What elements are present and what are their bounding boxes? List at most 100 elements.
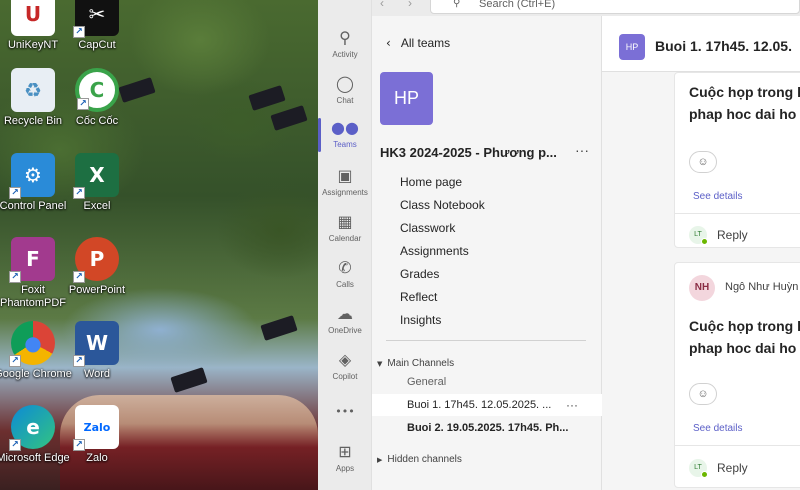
shortcut-arrow-icon: ↗ xyxy=(73,439,85,451)
word-icon: W ↗ xyxy=(73,321,119,367)
team-menu-grades[interactable]: Grades xyxy=(400,267,439,281)
divider xyxy=(675,445,800,446)
team-menu-classwork[interactable]: Classwork xyxy=(400,221,455,235)
bell-icon: ⚲ xyxy=(339,28,351,47)
shortcut-arrow-icon: ↗ xyxy=(9,187,21,199)
assignments-icon: ▣ xyxy=(337,166,353,185)
team-menu-insights[interactable]: Insights xyxy=(400,313,441,327)
channel-header: HP Buoi 1. 17h45. 12.05. xyxy=(602,16,800,72)
all-teams-link[interactable]: ‹ All teams xyxy=(386,36,450,50)
see-details-link[interactable]: See details xyxy=(693,191,742,202)
more-icon: ••• xyxy=(335,405,355,418)
desktop-icon-coccoc[interactable]: C ↗ Cốc Cốc xyxy=(58,68,136,128)
post-message-line: phap hoc dai ho xyxy=(689,340,797,356)
excel-icon: X ↗ xyxy=(73,153,119,199)
control-panel-icon: ⚙ ↗ xyxy=(9,153,55,199)
rail-label: Apps xyxy=(335,464,355,473)
forward-arrow-icon[interactable]: › xyxy=(408,0,412,10)
search-icon: ⚲ xyxy=(453,0,461,9)
rail-item-activity[interactable]: ⚲ Activity xyxy=(318,28,372,60)
rail-item-teams[interactable]: ●● Teams xyxy=(318,118,372,152)
team-more-options-icon[interactable]: ··· xyxy=(575,142,589,158)
rail-item-copilot[interactable]: ◈ Copilot xyxy=(318,350,372,382)
desktop-icon-capcut[interactable]: ✂ ↗ CapCut xyxy=(58,0,136,52)
team-panel: ‹ All teams HP HK3 2024-2025 - Phương p..… xyxy=(372,16,602,490)
shortcut-arrow-icon: ↗ xyxy=(73,271,85,283)
graduation-cap-decoration xyxy=(170,367,208,393)
hidden-channels-toggle[interactable]: ▶ Hidden channels xyxy=(377,454,462,465)
desktop-icon-label: Zalo xyxy=(86,452,108,464)
rail-item-assignments[interactable]: ▣ Assignments xyxy=(318,166,372,198)
team-name[interactable]: HK3 2024-2025 - Phương p... xyxy=(380,145,570,160)
team-menu-reflect[interactable]: Reflect xyxy=(400,290,437,304)
reply-button[interactable]: Reply xyxy=(717,461,748,475)
desktop-icon-label: PowerPoint xyxy=(68,284,126,296)
desktop-wallpaper: U UniKeyNT ✂ ↗ CapCut ♻ Recycle Bin C ↗ Cố… xyxy=(0,0,318,490)
team-menu-class-notebook[interactable]: Class Notebook xyxy=(400,198,485,212)
add-reaction-icon[interactable]: ☺ xyxy=(689,383,717,405)
cloud-icon: ☁ xyxy=(337,304,353,323)
rail-item-onedrive[interactable]: ☁ OneDrive xyxy=(318,304,372,336)
shortcut-arrow-icon: ↗ xyxy=(9,355,21,367)
desktop-icon-word[interactable]: W ↗ Word xyxy=(58,321,136,381)
channel-more-options-icon[interactable]: ··· xyxy=(566,394,578,416)
rail-item-calls[interactable]: ✆ Calls xyxy=(318,258,372,290)
rail-item-chat[interactable]: ◯ Chat xyxy=(318,74,372,106)
back-arrow-icon[interactable]: ‹ xyxy=(380,0,384,10)
shortcut-arrow-icon: ↗ xyxy=(73,26,85,38)
rail-label: OneDrive xyxy=(328,326,362,335)
channel-label: Buoi 1. 17h45. 12.05.2025. ... xyxy=(407,399,552,411)
chevron-left-icon: ‹ xyxy=(386,36,391,50)
rail-label: Assignments xyxy=(322,188,368,197)
all-teams-label: All teams xyxy=(400,36,451,50)
foxit-pdf-icon: F ↗ xyxy=(9,237,55,283)
channel-buoi-1[interactable]: Buoi 1. 17h45. 12.05.2025. ... ··· xyxy=(372,394,602,416)
rail-item-apps[interactable]: ⊞ Apps xyxy=(318,442,372,474)
shortcut-arrow-icon: ↗ xyxy=(77,98,89,110)
reply-avatar: LT xyxy=(689,459,708,478)
reply-button[interactable]: Reply xyxy=(717,228,748,242)
divider xyxy=(386,340,586,341)
team-avatar: HP xyxy=(380,72,433,125)
apps-icon: ⊞ xyxy=(338,442,352,461)
reply-avatar-initials: LT xyxy=(694,464,702,471)
shortcut-arrow-icon: ↗ xyxy=(9,271,21,283)
online-status-icon xyxy=(701,238,708,245)
team-menu-home-page[interactable]: Home page xyxy=(400,175,462,189)
chrome-icon: ● ↗ xyxy=(9,321,55,367)
desktop-icon-label: Cốc Cốc xyxy=(75,115,119,127)
author-name: Ngô Như Huỳn xyxy=(725,281,799,293)
post-message-line: Cuộc họp trong l xyxy=(689,84,800,100)
desktop-icon-excel[interactable]: X ↗ Excel xyxy=(58,153,136,213)
channel-buoi-2[interactable]: Buoi 2. 19.05.2025. 17h45. Ph... xyxy=(372,417,602,439)
coccoc-icon: C ↗ xyxy=(75,68,119,112)
rail-label: Calendar xyxy=(328,234,362,243)
main-channels-toggle[interactable]: ▼ Main Channels xyxy=(377,358,454,369)
graduation-cap-decoration xyxy=(270,105,308,131)
copilot-icon: ◈ xyxy=(338,350,352,369)
channel-general[interactable]: General xyxy=(372,371,602,393)
reply-avatar-initials: LT xyxy=(694,231,702,238)
triangle-right-icon: ▶ xyxy=(377,456,383,464)
phone-icon: ✆ xyxy=(338,258,352,277)
post-message-line: phap hoc dai ho xyxy=(689,106,797,122)
team-menu-assignments[interactable]: Assignments xyxy=(400,244,469,258)
see-details-link[interactable]: See details xyxy=(693,423,742,434)
desktop-icon-zalo[interactable]: Zalo ↗ Zalo xyxy=(58,405,136,465)
add-reaction-icon[interactable]: ☺ xyxy=(689,151,717,173)
powerpoint-icon: P ↗ xyxy=(73,237,119,283)
rail-label: Teams xyxy=(333,140,357,149)
recycle-bin-icon: ♻ xyxy=(11,68,55,112)
unikey-icon: U xyxy=(11,0,55,36)
app-bar: ⚲ Activity ◯ Chat ●● Teams ▣ Assignments ▦ Ca… xyxy=(318,0,372,490)
shortcut-arrow-icon: ↗ xyxy=(73,355,85,367)
shortcut-arrow-icon: ↗ xyxy=(9,439,21,451)
desktop-icon-label: CapCut xyxy=(78,39,116,51)
divider xyxy=(675,213,800,214)
desktop-icon-powerpoint[interactable]: P ↗ PowerPoint xyxy=(58,237,136,297)
rail-item-more[interactable]: ••• xyxy=(318,402,372,422)
search-placeholder: Search (Ctrl+E) xyxy=(479,0,556,10)
capcut-icon: ✂ ↗ xyxy=(73,0,119,38)
rail-item-calendar[interactable]: ▦ Calendar xyxy=(318,212,372,244)
search-input[interactable]: ⚲ Search (Ctrl+E) xyxy=(430,0,800,14)
